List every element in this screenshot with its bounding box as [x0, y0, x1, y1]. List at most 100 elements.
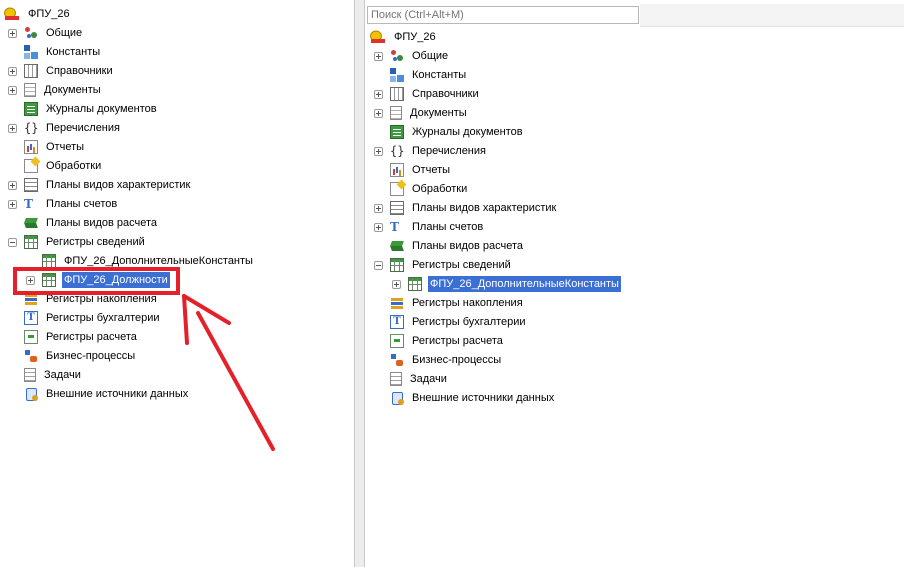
expand-icon[interactable]: [392, 279, 401, 289]
tree-item[interactable]: Обработки: [374, 180, 469, 198]
tree-item-label: Задачи: [44, 369, 81, 381]
tree-item-label: Общие: [46, 27, 83, 39]
tree-item-label: Отчеты: [46, 141, 85, 153]
constants-icon: [390, 68, 404, 82]
charts-of-accounts-icon: T: [390, 220, 399, 234]
tree-item-label: Регистры сведений: [46, 236, 145, 248]
tasks-icon: [24, 368, 36, 382]
expand-icon[interactable]: [374, 108, 383, 118]
tree-item[interactable]: Константы: [374, 66, 468, 84]
reports-icon: [390, 163, 404, 177]
expand-icon[interactable]: [8, 85, 17, 95]
tree-item[interactable]: Планы видов расчета: [8, 214, 159, 232]
tree-root[interactable]: ФПУ_26: [4, 5, 72, 23]
tree-item[interactable]: Бизнес-процессы: [8, 347, 137, 365]
tree-item[interactable]: Задачи: [374, 370, 449, 388]
pane-splitter[interactable]: [354, 0, 365, 567]
expand-icon[interactable]: [8, 66, 17, 76]
tree-item[interactable]: {} Перечисления: [8, 119, 122, 137]
expand-icon[interactable]: [374, 89, 383, 99]
collapse-icon[interactable]: [8, 237, 17, 247]
right-toolbar-area: [640, 4, 904, 27]
tree-item[interactable]: Регистры расчета: [8, 328, 139, 346]
common-icon: [24, 26, 38, 40]
expand-icon[interactable]: [8, 199, 17, 209]
expand-icon[interactable]: [374, 146, 383, 156]
catalogs-icon: [390, 87, 404, 101]
tree-root[interactable]: ФПУ_26: [370, 28, 438, 46]
documents-icon: [24, 83, 36, 97]
tree-item-label: Документы: [410, 107, 467, 119]
external-data-sources-icon: [24, 387, 38, 401]
tree-item[interactable]: Справочники: [8, 62, 115, 80]
tree-item[interactable]: Регистры сведений: [8, 233, 147, 251]
tree-item-label: Журналы документов: [412, 126, 523, 138]
constants-icon: [24, 45, 38, 59]
tree-item[interactable]: Регистры сведений: [374, 256, 513, 274]
expand-icon[interactable]: [374, 51, 383, 61]
tree-item[interactable]: Документы: [374, 104, 469, 122]
register-icon: [42, 254, 56, 268]
tree-item[interactable]: Константы: [8, 43, 102, 61]
tree-item[interactable]: Внешние источники данных: [8, 385, 190, 403]
tree-item[interactable]: Бизнес-процессы: [374, 351, 503, 369]
tree-item-label: Обработки: [412, 183, 468, 195]
tree-item[interactable]: Общие: [374, 47, 450, 65]
documents-icon: [390, 106, 402, 120]
reports-icon: [24, 140, 38, 154]
search-field[interactable]: [367, 6, 639, 24]
tree-item[interactable]: T Регистры бухгалтерии: [8, 309, 162, 327]
tree-item[interactable]: Отчеты: [374, 161, 452, 179]
tree-item-label: Общие: [412, 50, 449, 62]
tree-item-label: Планы видов расчета: [46, 217, 158, 229]
tree-item[interactable]: Регистры накопления: [374, 294, 525, 312]
tree-item-label: Регистры сведений: [412, 259, 511, 271]
tree-item-child[interactable]: ФПУ_26_ДополнительныеКонстанты: [392, 275, 621, 293]
search-input[interactable]: [371, 9, 635, 21]
tree-item[interactable]: Документы: [8, 81, 103, 99]
tree-item-label: Перечисления: [412, 145, 486, 157]
tree-item[interactable]: Планы видов характеристик: [374, 199, 558, 217]
expand-icon[interactable]: [374, 222, 383, 232]
tree-item[interactable]: Журналы документов: [374, 123, 525, 141]
tree-item-label: Внешние источники данных: [46, 388, 189, 400]
expand-icon[interactable]: [8, 180, 17, 190]
accounting-registers-icon: T: [390, 315, 404, 329]
document-journals-icon: [24, 102, 38, 116]
enumerations-icon: {}: [24, 121, 39, 135]
tree-item[interactable]: Журналы документов: [8, 100, 159, 118]
tree-item[interactable]: Отчеты: [8, 138, 86, 156]
tree-item-label: Планы видов расчета: [412, 240, 524, 252]
tree-item-label: Регистры расчета: [46, 331, 137, 343]
tree-item[interactable]: T Регистры бухгалтерии: [374, 313, 528, 331]
tree-item-label: Регистры бухгалтерии: [46, 312, 160, 324]
tree-item[interactable]: {} Перечисления: [374, 142, 488, 160]
information-registers-icon: [390, 258, 404, 272]
tree-item[interactable]: Планы видов расчета: [374, 237, 525, 255]
tree-item[interactable]: Обработки: [8, 157, 103, 175]
tree-item[interactable]: Общие: [8, 24, 84, 42]
tree-item[interactable]: T Планы счетов: [374, 218, 485, 236]
expand-icon[interactable]: [374, 203, 383, 213]
tree-item[interactable]: T Планы счетов: [8, 195, 119, 213]
annotation-highlight-box: [13, 267, 180, 295]
tree-item[interactable]: Справочники: [374, 85, 481, 103]
register-icon: [408, 277, 422, 291]
collapse-icon[interactable]: [374, 260, 383, 270]
tree-item[interactable]: Регистры расчета: [374, 332, 505, 350]
catalogs-icon: [24, 64, 38, 78]
tree-item[interactable]: Внешние источники данных: [374, 389, 556, 407]
tree-item[interactable]: Задачи: [8, 366, 83, 384]
tree-item[interactable]: Планы видов характеристик: [8, 176, 192, 194]
expand-icon[interactable]: [8, 28, 17, 38]
tree-item-label: Внешние источники данных: [412, 392, 555, 404]
right-configuration-tree: ФПУ_26 Общие Константы Справочники Документы…: [365, 0, 904, 567]
charts-of-accounts-icon: T: [24, 197, 33, 211]
external-data-sources-icon: [390, 391, 404, 405]
tree-item-label: Задачи: [410, 373, 447, 385]
tree-item-label: Константы: [412, 69, 467, 81]
tree-item-label: Планы видов характеристик: [46, 179, 191, 191]
tasks-icon: [390, 372, 402, 386]
configuration-root-icon: [4, 7, 19, 20]
expand-icon[interactable]: [8, 123, 17, 133]
